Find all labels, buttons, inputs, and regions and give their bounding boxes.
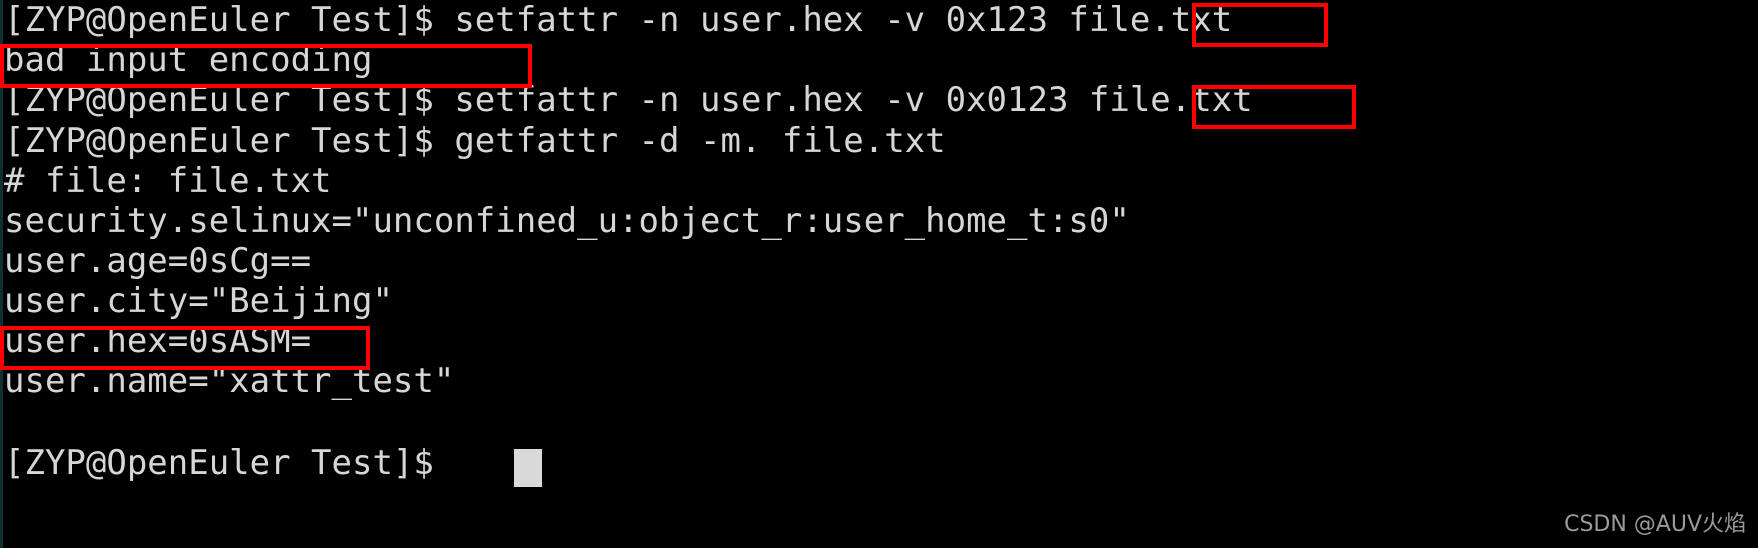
terminal-line-command-setfattr-bad: [ZYP@OpenEuler Test]$ setfattr -n user.h… xyxy=(4,0,1233,40)
terminal-line-output-user-age: user.age=0sCg== xyxy=(4,241,312,281)
terminal-line-output-security-selinux: security.selinux="unconfined_u:object_r:… xyxy=(4,201,1130,241)
terminal-line-output-file-header: # file: file.txt xyxy=(4,161,332,201)
terminal-line-output-user-hex: user.hex=0sASM= xyxy=(4,321,312,361)
terminal-line-prompt-final: [ZYP@OpenEuler Test]$ xyxy=(4,443,455,483)
terminal-line-command-getfattr: [ZYP@OpenEuler Test]$ getfattr -d -m. fi… xyxy=(4,121,946,161)
terminal-line-output-bad-input-encoding: bad input encoding xyxy=(4,40,373,80)
terminal-line-output-user-name: user.name="xattr_test" xyxy=(4,361,455,401)
terminal-line-output-user-city: user.city="Beijing" xyxy=(4,281,393,321)
terminal-line-command-setfattr-good: [ZYP@OpenEuler Test]$ setfattr -n user.h… xyxy=(4,80,1253,120)
terminal-cursor xyxy=(514,449,542,487)
terminal-screen[interactable]: [ZYP@OpenEuler Test]$ setfattr -n user.h… xyxy=(0,0,1758,548)
terminal-window[interactable]: [ZYP@OpenEuler Test]$ setfattr -n user.h… xyxy=(0,0,1758,548)
watermark-text: CSDN @AUV火焰 xyxy=(1564,512,1746,537)
